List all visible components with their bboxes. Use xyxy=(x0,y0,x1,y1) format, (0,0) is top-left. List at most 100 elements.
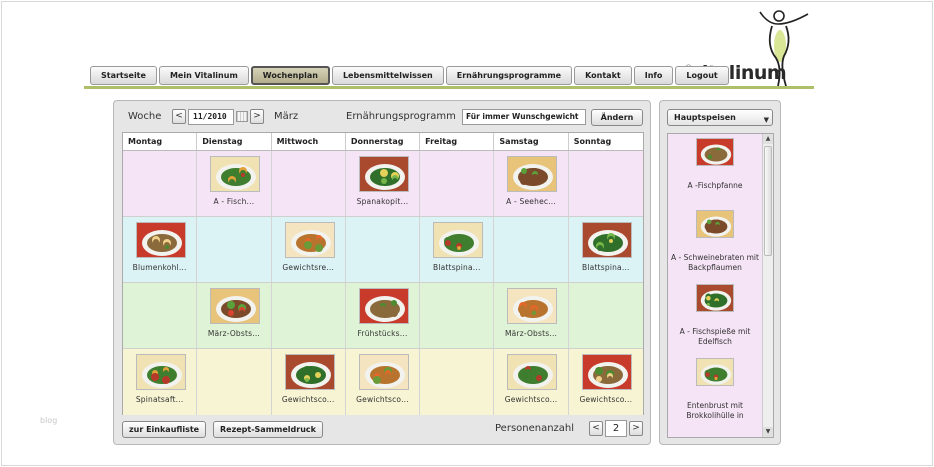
day-header-row: Montag Dienstag Mittwoch Donnerstag Freitag S… xyxy=(123,133,643,151)
dish-photo[interactable] xyxy=(284,222,335,258)
meal-plan-grid: Montag Dienstag Mittwoch Donnerstag Freitag S… xyxy=(122,132,644,415)
category-select[interactable]: Hauptspeisen ▼ xyxy=(667,109,773,126)
dish-name: Gewichtsco... xyxy=(579,395,633,404)
meal-cell[interactable] xyxy=(272,151,346,216)
meal-cell[interactable]: Gewichtsre... xyxy=(272,217,346,282)
meal-cell[interactable] xyxy=(420,349,495,415)
meal-cell[interactable]: März-Obsts... xyxy=(197,283,272,348)
meal-cell[interactable]: Gewichtsco... xyxy=(346,349,421,415)
planned-dish[interactable]: Blattspina... xyxy=(569,217,643,282)
dish-photo[interactable] xyxy=(210,156,261,192)
scroll-up-icon[interactable]: ▲ xyxy=(763,134,773,144)
dish-name: Frühstücks... xyxy=(357,329,408,338)
dish-photo[interactable] xyxy=(210,288,261,324)
nav-ernährungsprogramme[interactable]: Ernährungsprogramme xyxy=(445,66,573,85)
meal-cell[interactable] xyxy=(346,217,421,282)
dish-photo[interactable] xyxy=(358,156,409,192)
next-week-button[interactable]: > xyxy=(250,109,264,124)
dish-photo[interactable] xyxy=(581,354,632,390)
planned-dish[interactable]: Blumenkohl... xyxy=(123,217,196,282)
meal-cell[interactable] xyxy=(569,283,643,348)
dish-name: Gewichtsco... xyxy=(504,395,558,404)
planned-dish[interactable]: Gewichtsco... xyxy=(346,349,419,415)
scroll-down-icon[interactable]: ▼ xyxy=(763,427,773,437)
dish-photo[interactable] xyxy=(581,222,632,258)
recipe-photo[interactable] xyxy=(696,284,734,312)
nav-mein-vitalinum[interactable]: Mein Vitalinum xyxy=(158,66,249,85)
week-input[interactable]: 11/2010 xyxy=(188,109,234,125)
nav-lebensmittelwissen[interactable]: Lebensmittelwissen xyxy=(331,66,444,85)
meal-cell[interactable] xyxy=(494,217,569,282)
meal-cell[interactable] xyxy=(420,283,495,348)
planned-dish[interactable]: Spinatsaft... xyxy=(123,349,196,415)
persons-increase-button[interactable]: > xyxy=(629,421,643,436)
recipe-print-button[interactable]: Rezept-Sammeldruck xyxy=(213,421,323,438)
meal-cell[interactable]: Gewichtsco... xyxy=(494,349,569,415)
planned-dish[interactable]: Spanakopit... xyxy=(346,151,419,216)
dish-photo[interactable] xyxy=(507,288,558,324)
blog-watermark: blog xyxy=(40,416,58,425)
nav-logout[interactable]: Logout xyxy=(675,66,729,85)
dish-name: A - Seehec... xyxy=(506,197,556,206)
meal-cell[interactable]: A - Seehec... xyxy=(494,151,569,216)
dish-photo[interactable] xyxy=(136,222,186,258)
nav-info[interactable]: Info xyxy=(633,66,674,85)
chevron-down-icon: ▼ xyxy=(763,116,769,124)
meal-cell[interactable] xyxy=(123,151,198,216)
dish-photo[interactable] xyxy=(358,354,409,390)
dish-name: Blumenkohl... xyxy=(132,263,187,272)
meal-cell[interactable] xyxy=(569,151,643,216)
meal-cell[interactable]: Blattspina... xyxy=(420,217,495,282)
planned-dish[interactable]: Gewichtsco... xyxy=(272,349,345,415)
persons-decrease-button[interactable]: < xyxy=(589,421,603,436)
meal-cell[interactable]: Gewichtsco... xyxy=(569,349,643,415)
dish-name: März-Obsts... xyxy=(504,329,558,338)
dish-photo[interactable] xyxy=(507,354,558,390)
dish-photo[interactable] xyxy=(136,354,186,390)
change-program-button[interactable]: Ändern xyxy=(591,109,643,126)
dish-photo[interactable] xyxy=(507,156,558,192)
recipe-photo[interactable] xyxy=(696,210,734,238)
planned-dish[interactable]: Gewichtsco... xyxy=(569,349,643,415)
nav-startseite[interactable]: Startseite xyxy=(90,66,157,85)
recipe-list-scrollbar[interactable]: ▲ ▼ xyxy=(762,134,773,437)
meal-cell[interactable]: Frühstücks... xyxy=(346,283,421,348)
planned-dish[interactable]: Gewichtsre... xyxy=(272,217,345,282)
calendar-icon[interactable] xyxy=(236,111,248,122)
persons-count[interactable]: 2 xyxy=(605,420,627,437)
meal-cell[interactable]: Gewichtsco... xyxy=(272,349,346,415)
meal-cell[interactable] xyxy=(420,151,495,216)
nav-kontakt[interactable]: Kontakt xyxy=(574,66,632,85)
meal-row: Blumenkohl... Gewichtsre... Blattspina... B… xyxy=(123,217,643,283)
shopping-list-button[interactable]: zur Einkaufliste xyxy=(122,421,207,438)
scroll-thumb[interactable] xyxy=(764,146,772,256)
recipe-photo[interactable] xyxy=(696,138,734,166)
previous-week-button[interactable]: < xyxy=(172,109,186,124)
meal-cell[interactable]: Spinatsaft... xyxy=(123,349,198,415)
meal-row: A - Fisch... Spanakopit... A - Seehec... xyxy=(123,151,643,217)
day-header-0: Montag xyxy=(123,133,198,150)
meal-cell[interactable] xyxy=(197,217,272,282)
meal-cell[interactable] xyxy=(197,349,272,415)
planned-dish[interactable]: Gewichtsco... xyxy=(494,349,567,415)
meal-cell[interactable] xyxy=(123,283,198,348)
dish-photo[interactable] xyxy=(358,288,409,324)
planned-dish[interactable]: A - Seehec... xyxy=(494,151,567,216)
meal-cell[interactable]: März-Obsts... xyxy=(494,283,569,348)
planned-dish[interactable]: Frühstücks... xyxy=(346,283,419,348)
meal-cell[interactable]: Blumenkohl... xyxy=(123,217,198,282)
meal-cell[interactable]: A - Fisch... xyxy=(197,151,272,216)
recipe-photo[interactable] xyxy=(696,358,734,386)
planned-dish[interactable]: März-Obsts... xyxy=(197,283,270,348)
dish-photo[interactable] xyxy=(433,222,484,258)
recipe-browser-panel: Hauptspeisen ▼ Entenbrust mit Brokkolihü… xyxy=(659,100,781,445)
nav-wochenplan[interactable]: Wochenplan xyxy=(250,66,330,85)
meal-cell[interactable]: Spanakopit... xyxy=(346,151,421,216)
planned-dish[interactable]: A - Fisch... xyxy=(197,151,270,216)
planned-dish[interactable]: März-Obsts... xyxy=(494,283,567,348)
meal-cell[interactable] xyxy=(272,283,346,348)
planned-dish[interactable]: Blattspina... xyxy=(420,217,493,282)
program-select[interactable]: Für immer Wunschgewicht xyxy=(462,109,586,125)
dish-photo[interactable] xyxy=(284,354,335,390)
meal-cell[interactable]: Blattspina... xyxy=(569,217,643,282)
